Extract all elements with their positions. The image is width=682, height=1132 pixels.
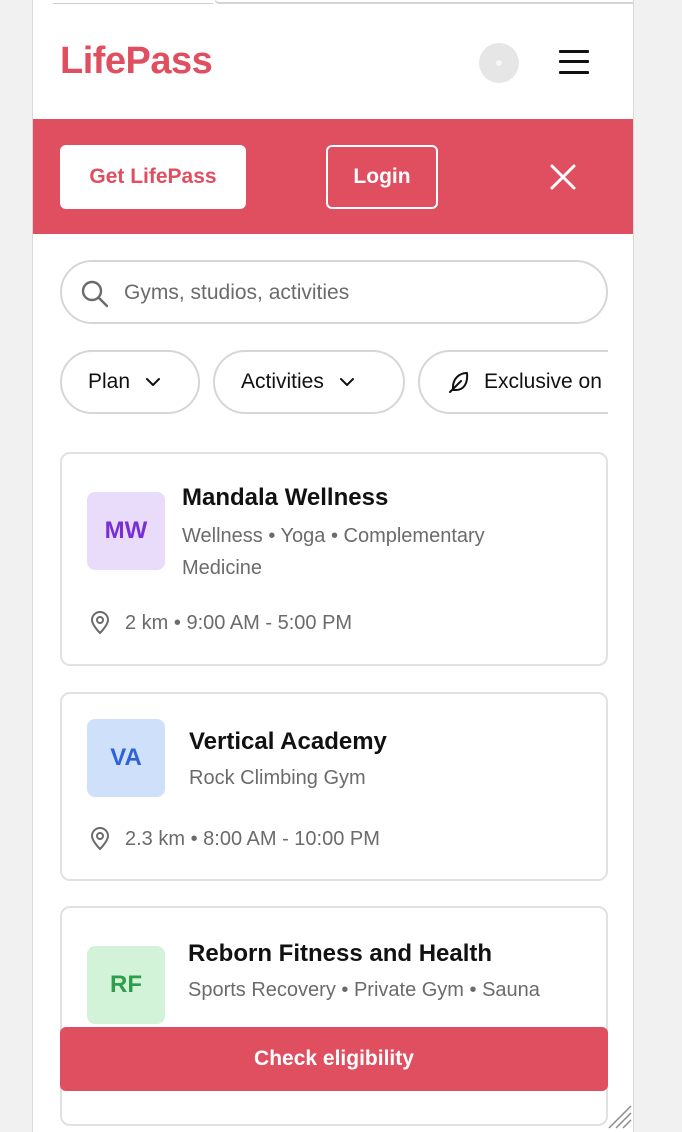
hamburger-menu-icon[interactable]: [557, 46, 591, 78]
venue-name: Vertical Academy: [189, 728, 387, 755]
venue-categories: Wellness • Yoga • Complementary Medicine: [182, 525, 485, 579]
avatar-dot: [496, 60, 502, 66]
promo-banner: Get LifePass Login: [33, 119, 633, 234]
resize-handle-icon[interactable]: [603, 1100, 633, 1130]
venue-card[interactable]: RF Reborn Fitness and Health Sports Reco…: [60, 906, 608, 1126]
app-frame: LifePass Get LifePass Login Plan Activit…: [32, 0, 634, 1132]
venue-meta: 2 km • 9:00 AM - 5:00 PM: [87, 610, 352, 636]
activities-filter-label: Activities: [241, 370, 324, 393]
venue-card[interactable]: VA Vertical Academy Rock Climbing Gym 2.…: [60, 692, 608, 881]
venue-badge: VA: [87, 719, 165, 797]
filter-row: Plan Activities Exclusive on: [60, 350, 608, 414]
venue-meta: 2.3 km • 8:00 AM - 10:00 PM: [87, 826, 380, 852]
activities-filter[interactable]: Activities: [213, 350, 405, 414]
search-icon: [81, 280, 109, 308]
venue-badge: RF: [87, 946, 165, 1024]
venue-name: Mandala Wellness: [182, 484, 389, 511]
exclusive-filter-label: Exclusive on: [484, 370, 602, 393]
login-button[interactable]: Login: [326, 145, 438, 209]
venue-distance-hours: 2 km • 9:00 AM - 5:00 PM: [125, 611, 353, 634]
venue-categories: Rock Climbing Gym: [189, 767, 366, 789]
venue-name: Reborn Fitness and Health: [188, 940, 493, 967]
lifepass-logo[interactable]: LifePass: [60, 40, 213, 83]
top-bar: LifePass: [33, 4, 633, 119]
location-pin-icon: [91, 611, 109, 634]
search-input[interactable]: [124, 276, 584, 310]
chevron-down-icon: [339, 378, 354, 386]
venue-badge: MW: [87, 492, 165, 570]
location-pin-icon: [91, 827, 109, 850]
venue-card[interactable]: MW Mandala Wellness Wellness • Yoga • Co…: [60, 452, 608, 666]
check-eligibility-button[interactable]: Check eligibility: [60, 1027, 608, 1091]
search-bar[interactable]: [60, 260, 608, 324]
avatar[interactable]: [479, 43, 519, 83]
venue-distance-hours: 2.3 km • 8:00 AM - 10:00 PM: [125, 827, 380, 850]
close-icon[interactable]: [546, 160, 580, 194]
chevron-down-icon: [146, 378, 161, 386]
exclusive-filter[interactable]: Exclusive on: [418, 350, 608, 414]
venue-categories: Sports Recovery • Private Gym • Sauna: [188, 979, 540, 1001]
feather-icon: [449, 372, 469, 393]
plan-filter[interactable]: Plan: [60, 350, 200, 414]
get-lifepass-button[interactable]: Get LifePass: [60, 145, 246, 209]
plan-filter-label: Plan: [88, 370, 131, 393]
